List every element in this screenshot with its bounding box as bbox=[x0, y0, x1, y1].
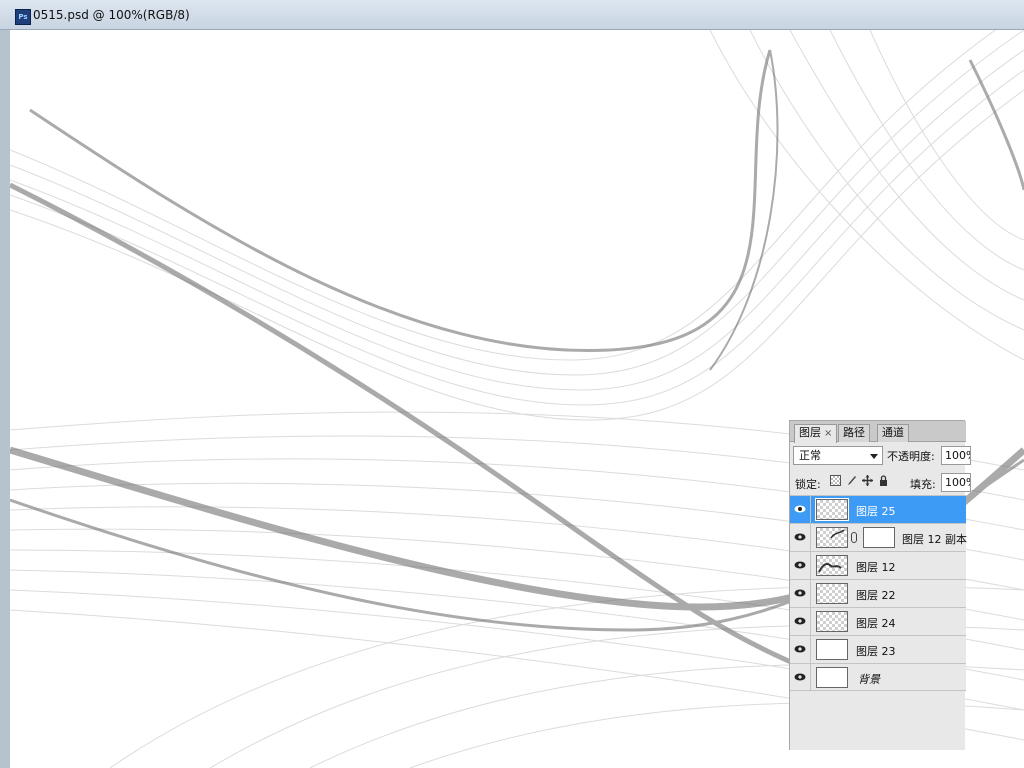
layer-thumbnail bbox=[816, 611, 848, 632]
layer-thumbnail bbox=[815, 498, 849, 521]
layer-row-24[interactable]: 图层 24 bbox=[790, 607, 966, 635]
divider bbox=[810, 664, 811, 691]
opacity-label: 不透明度: bbox=[887, 450, 935, 463]
ps-icon: Ps bbox=[15, 9, 31, 25]
divider bbox=[810, 524, 811, 551]
close-icon[interactable]: × bbox=[824, 428, 832, 439]
divider bbox=[810, 636, 811, 663]
layer-name: 图层 12 副本 bbox=[902, 533, 967, 546]
chevron-down-icon bbox=[870, 454, 878, 459]
eye-icon[interactable] bbox=[794, 532, 806, 542]
divider bbox=[810, 580, 811, 607]
layer-name: 图层 23 bbox=[856, 645, 896, 658]
panel-tabs: 图层 × 路径 通道 bbox=[790, 421, 966, 443]
blend-mode-value: 正常 bbox=[799, 449, 821, 462]
layer-row-12-copy[interactable]: 图层 12 副本 bbox=[790, 523, 967, 551]
layer-thumbnail bbox=[816, 667, 848, 688]
layers-panel: 图层× 路径 通道 正常 不透明度: 100% 锁定: 填充: 100% 图层 … bbox=[789, 420, 971, 750]
layer-thumbnail bbox=[816, 555, 848, 576]
document-titlebar[interactable]: Ps 0515.psd @ 100%(RGB/8) bbox=[0, 0, 1024, 30]
layer-row-22[interactable]: 图层 22 bbox=[790, 579, 966, 607]
eye-icon[interactable] bbox=[794, 644, 806, 654]
fill-input[interactable]: 100% bbox=[941, 473, 971, 492]
tab-layers[interactable]: 图层 × bbox=[794, 424, 838, 443]
divider bbox=[810, 552, 811, 579]
fill-label: 填充: bbox=[910, 478, 936, 491]
layer-thumbnail bbox=[816, 527, 848, 548]
layer-name: 图层 12 bbox=[856, 561, 896, 574]
lock-all-icon[interactable] bbox=[878, 475, 889, 486]
eye-icon[interactable] bbox=[794, 504, 806, 514]
workspace-edge bbox=[0, 30, 10, 768]
tab-channels[interactable]: 通道 bbox=[877, 424, 909, 442]
opacity-input[interactable]: 100% bbox=[941, 446, 971, 465]
layer-row-background[interactable]: 背景 bbox=[790, 663, 966, 691]
eye-icon[interactable] bbox=[794, 616, 806, 626]
layer-name: 图层 22 bbox=[856, 589, 896, 602]
eye-icon[interactable] bbox=[794, 672, 806, 682]
layer-thumbnail bbox=[816, 583, 848, 604]
layer-mask-thumbnail[interactable] bbox=[863, 527, 895, 548]
document-title: 0515.psd @ 100%(RGB/8) bbox=[33, 8, 190, 22]
eye-icon[interactable] bbox=[794, 560, 806, 570]
layer-row-23[interactable]: 图层 23 bbox=[790, 635, 966, 663]
lock-label: 锁定: bbox=[795, 478, 821, 491]
lock-brush-icon[interactable] bbox=[846, 475, 857, 486]
layer-row-25[interactable]: 图层 25 bbox=[790, 495, 966, 523]
link-chain-icon[interactable] bbox=[851, 532, 857, 543]
layer-row-12[interactable]: 图层 12 bbox=[790, 551, 966, 579]
blend-mode-select[interactable]: 正常 bbox=[793, 446, 883, 465]
tab-paths[interactable]: 路径 bbox=[838, 424, 870, 442]
layer-name: 图层 25 bbox=[856, 505, 896, 518]
lock-transparency-icon[interactable] bbox=[830, 475, 841, 486]
layer-thumbnail bbox=[816, 639, 848, 660]
divider bbox=[810, 496, 811, 523]
layer-name: 图层 24 bbox=[856, 617, 896, 630]
layer-name: 背景 bbox=[858, 673, 880, 686]
divider bbox=[810, 608, 811, 635]
lock-move-icon[interactable] bbox=[862, 475, 873, 486]
eye-icon[interactable] bbox=[794, 588, 806, 598]
